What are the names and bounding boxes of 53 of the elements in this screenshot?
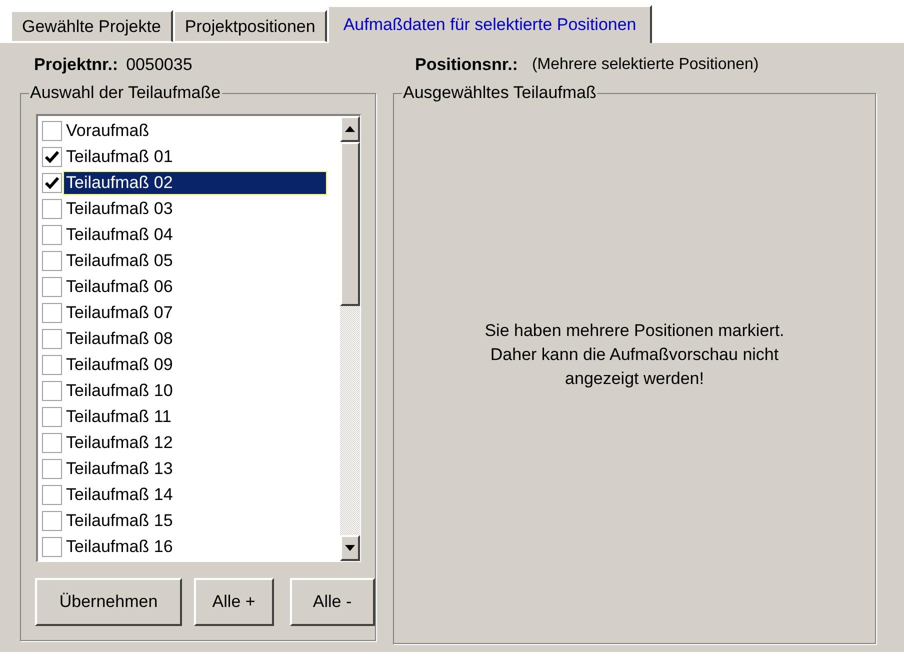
list-item[interactable]: Teilaufmaß 10: [64, 380, 175, 402]
check-icon: [45, 151, 59, 163]
list-item[interactable]: Teilaufmaß 12: [64, 432, 175, 454]
checkbox[interactable]: [42, 303, 62, 323]
checkbox[interactable]: [42, 329, 62, 349]
up-arrow-icon: [345, 126, 355, 132]
list-item[interactable]: Teilaufmaß 14: [64, 484, 175, 506]
list-item[interactable]: Teilaufmaß 11: [64, 406, 174, 428]
checkbox[interactable]: [42, 121, 62, 141]
position-value: (Mehrere selektierte Positionen): [532, 55, 759, 75]
checkbox[interactable]: [42, 511, 62, 531]
position-label: Positionsnr.:: [415, 54, 518, 76]
project-label: Projektnr.:: [34, 54, 118, 76]
list-item[interactable]: Teilaufmaß 08: [64, 328, 175, 350]
down-arrow-icon: [345, 545, 355, 551]
checkbox[interactable]: [42, 407, 62, 427]
list-item[interactable]: Teilaufmaß 02: [64, 172, 326, 194]
tab[interactable]: Gewählte Projekte: [10, 10, 173, 42]
scroll-up-button[interactable]: [340, 116, 360, 142]
list-item[interactable]: Teilaufmaß 05: [64, 250, 175, 272]
list-item[interactable]: Teilaufmaß 09: [64, 354, 175, 376]
list-item[interactable]: Teilaufmaß 04: [64, 224, 175, 246]
checkbox[interactable]: [42, 459, 62, 479]
list-item[interactable]: Teilaufmaß 16: [64, 536, 175, 558]
checkbox[interactable]: [42, 433, 62, 453]
checkbox[interactable]: [42, 485, 62, 505]
list-item[interactable]: Voraufmaß: [64, 120, 152, 142]
checkbox[interactable]: [42, 251, 62, 271]
list-item[interactable]: Teilaufmaß 01: [64, 146, 175, 168]
action-button[interactable]: Alle +: [194, 578, 274, 626]
checkbox[interactable]: [42, 277, 62, 297]
list-item[interactable]: Teilaufmaß 07: [64, 302, 175, 324]
scroll-thumb[interactable]: [340, 142, 360, 306]
action-button[interactable]: Alle -: [290, 578, 375, 626]
action-button[interactable]: Übernehmen: [35, 578, 182, 626]
tab[interactable]: Projektpositionen: [172, 10, 328, 42]
checkbox[interactable]: [42, 199, 62, 219]
checkbox[interactable]: [42, 225, 62, 245]
info-message: Sie haben mehrere Positionen markiert. Daher kann die Aufmaßvorschau nicht angezeigt werden!: [484, 320, 786, 390]
checkbox[interactable]: [42, 173, 62, 193]
list-item[interactable]: Teilaufmaß 06: [64, 276, 175, 298]
check-icon: [45, 177, 59, 189]
scrollbar[interactable]: [340, 116, 360, 561]
list-item[interactable]: Teilaufmaß 13: [64, 458, 175, 480]
list-item[interactable]: Teilaufmaß 03: [64, 198, 175, 220]
list-item[interactable]: Teilaufmaß 15: [64, 510, 175, 532]
checkbox[interactable]: [42, 537, 62, 557]
project-number: 0050035: [126, 54, 192, 76]
checkbox[interactable]: [42, 355, 62, 375]
scroll-down-button[interactable]: [340, 535, 360, 561]
tab[interactable]: Aufmaßdaten für selektierte Positionen: [327, 5, 652, 43]
checkbox[interactable]: [42, 381, 62, 401]
checkbox[interactable]: [42, 147, 62, 167]
